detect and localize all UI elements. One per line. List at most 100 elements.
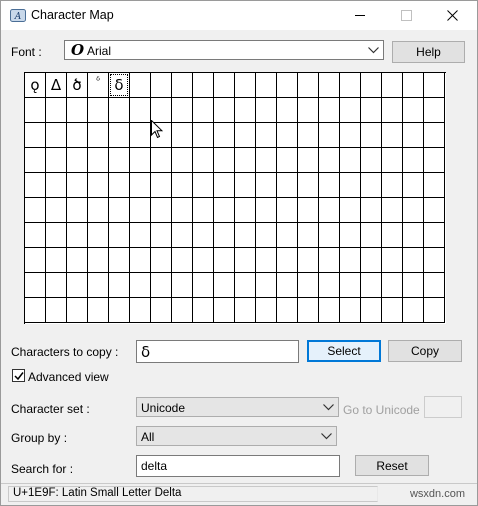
empty-character-cell[interactable] bbox=[277, 98, 298, 123]
empty-character-cell[interactable] bbox=[361, 298, 382, 323]
empty-character-cell[interactable] bbox=[382, 98, 403, 123]
empty-character-cell[interactable] bbox=[424, 273, 445, 298]
empty-character-cell[interactable] bbox=[88, 123, 109, 148]
empty-character-cell[interactable] bbox=[382, 173, 403, 198]
empty-character-cell[interactable] bbox=[235, 273, 256, 298]
empty-character-cell[interactable] bbox=[46, 198, 67, 223]
character-grid[interactable]: ǫΔծᵟẟ bbox=[24, 72, 446, 324]
empty-character-cell[interactable] bbox=[88, 98, 109, 123]
empty-character-cell[interactable] bbox=[88, 223, 109, 248]
empty-character-cell[interactable] bbox=[235, 73, 256, 98]
reset-button[interactable]: Reset bbox=[355, 455, 429, 476]
empty-character-cell[interactable] bbox=[151, 223, 172, 248]
empty-character-cell[interactable] bbox=[109, 173, 130, 198]
empty-character-cell[interactable] bbox=[256, 173, 277, 198]
characters-to-copy-input[interactable] bbox=[136, 340, 299, 363]
empty-character-cell[interactable] bbox=[256, 98, 277, 123]
empty-character-cell[interactable] bbox=[130, 223, 151, 248]
empty-character-cell[interactable] bbox=[67, 273, 88, 298]
empty-character-cell[interactable] bbox=[130, 198, 151, 223]
empty-character-cell[interactable] bbox=[67, 223, 88, 248]
empty-character-cell[interactable] bbox=[382, 223, 403, 248]
copy-button[interactable]: Copy bbox=[388, 340, 462, 362]
select-button[interactable]: Select bbox=[307, 340, 381, 362]
empty-character-cell[interactable] bbox=[109, 298, 130, 323]
empty-character-cell[interactable] bbox=[403, 223, 424, 248]
empty-character-cell[interactable] bbox=[193, 148, 214, 173]
empty-character-cell[interactable] bbox=[214, 273, 235, 298]
empty-character-cell[interactable] bbox=[277, 73, 298, 98]
empty-character-cell[interactable] bbox=[214, 73, 235, 98]
character-cell[interactable]: ծ bbox=[67, 73, 88, 98]
empty-character-cell[interactable] bbox=[382, 273, 403, 298]
empty-character-cell[interactable] bbox=[340, 298, 361, 323]
empty-character-cell[interactable] bbox=[67, 198, 88, 223]
empty-character-cell[interactable] bbox=[130, 98, 151, 123]
empty-character-cell[interactable] bbox=[424, 73, 445, 98]
empty-character-cell[interactable] bbox=[298, 273, 319, 298]
empty-character-cell[interactable] bbox=[88, 173, 109, 198]
empty-character-cell[interactable] bbox=[403, 273, 424, 298]
empty-character-cell[interactable] bbox=[235, 148, 256, 173]
empty-character-cell[interactable] bbox=[130, 173, 151, 198]
empty-character-cell[interactable] bbox=[109, 248, 130, 273]
empty-character-cell[interactable] bbox=[88, 273, 109, 298]
empty-character-cell[interactable] bbox=[319, 248, 340, 273]
empty-character-cell[interactable] bbox=[25, 248, 46, 273]
empty-character-cell[interactable] bbox=[109, 98, 130, 123]
empty-character-cell[interactable] bbox=[256, 223, 277, 248]
empty-character-cell[interactable] bbox=[151, 123, 172, 148]
empty-character-cell[interactable] bbox=[319, 123, 340, 148]
empty-character-cell[interactable] bbox=[403, 198, 424, 223]
empty-character-cell[interactable] bbox=[67, 173, 88, 198]
empty-character-cell[interactable] bbox=[151, 173, 172, 198]
character-cell[interactable]: ǫ bbox=[25, 73, 46, 98]
empty-character-cell[interactable] bbox=[67, 298, 88, 323]
empty-character-cell[interactable] bbox=[193, 123, 214, 148]
empty-character-cell[interactable] bbox=[424, 173, 445, 198]
empty-character-cell[interactable] bbox=[67, 248, 88, 273]
empty-character-cell[interactable] bbox=[235, 298, 256, 323]
empty-character-cell[interactable] bbox=[193, 173, 214, 198]
empty-character-cell[interactable] bbox=[382, 198, 403, 223]
empty-character-cell[interactable] bbox=[319, 73, 340, 98]
empty-character-cell[interactable] bbox=[340, 198, 361, 223]
empty-character-cell[interactable] bbox=[214, 198, 235, 223]
empty-character-cell[interactable] bbox=[25, 223, 46, 248]
empty-character-cell[interactable] bbox=[424, 198, 445, 223]
empty-character-cell[interactable] bbox=[214, 173, 235, 198]
empty-character-cell[interactable] bbox=[130, 73, 151, 98]
empty-character-cell[interactable] bbox=[424, 298, 445, 323]
title-bar[interactable]: A Character Map bbox=[1, 1, 477, 30]
empty-character-cell[interactable] bbox=[235, 248, 256, 273]
empty-character-cell[interactable] bbox=[277, 148, 298, 173]
empty-character-cell[interactable] bbox=[172, 173, 193, 198]
empty-character-cell[interactable] bbox=[46, 98, 67, 123]
empty-character-cell[interactable] bbox=[340, 123, 361, 148]
empty-character-cell[interactable] bbox=[340, 98, 361, 123]
empty-character-cell[interactable] bbox=[361, 148, 382, 173]
empty-character-cell[interactable] bbox=[424, 223, 445, 248]
empty-character-cell[interactable] bbox=[277, 123, 298, 148]
empty-character-cell[interactable] bbox=[424, 148, 445, 173]
character-cell[interactable]: Δ bbox=[46, 73, 67, 98]
empty-character-cell[interactable] bbox=[193, 273, 214, 298]
empty-character-cell[interactable] bbox=[319, 273, 340, 298]
empty-character-cell[interactable] bbox=[277, 298, 298, 323]
empty-character-cell[interactable] bbox=[25, 298, 46, 323]
empty-character-cell[interactable] bbox=[46, 298, 67, 323]
empty-character-cell[interactable] bbox=[298, 223, 319, 248]
empty-character-cell[interactable] bbox=[67, 123, 88, 148]
empty-character-cell[interactable] bbox=[25, 173, 46, 198]
empty-character-cell[interactable] bbox=[319, 98, 340, 123]
empty-character-cell[interactable] bbox=[109, 273, 130, 298]
empty-character-cell[interactable] bbox=[361, 273, 382, 298]
empty-character-cell[interactable] bbox=[277, 223, 298, 248]
empty-character-cell[interactable] bbox=[172, 98, 193, 123]
empty-character-cell[interactable] bbox=[298, 298, 319, 323]
minimize-button[interactable] bbox=[338, 1, 384, 30]
close-button[interactable] bbox=[430, 1, 476, 30]
empty-character-cell[interactable] bbox=[319, 173, 340, 198]
character-cell[interactable]: ᵟ bbox=[88, 73, 109, 98]
empty-character-cell[interactable] bbox=[193, 248, 214, 273]
